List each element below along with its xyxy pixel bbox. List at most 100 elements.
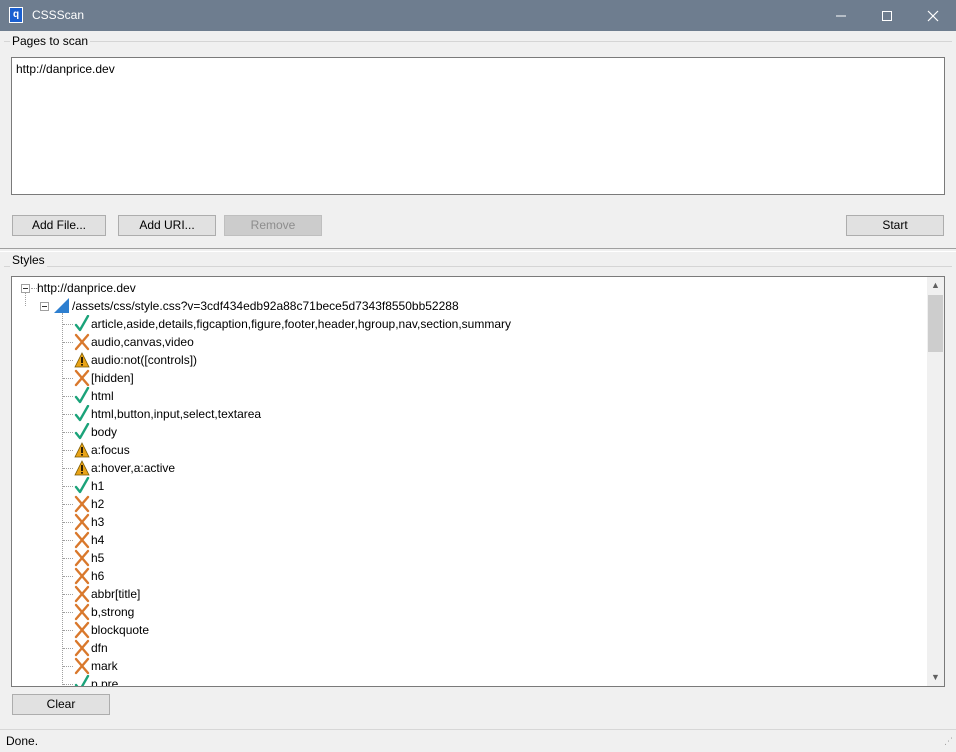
styles-group <box>4 266 952 267</box>
tree-stylesheet-label[interactable]: /assets/css/style.css?v=3cdf434edb92a88c… <box>72 297 459 315</box>
scroll-thumb[interactable] <box>928 295 943 352</box>
check-icon <box>74 404 90 423</box>
cross-icon <box>74 333 90 351</box>
check-icon <box>74 386 90 405</box>
cross-icon <box>74 531 90 549</box>
close-icon[interactable] <box>910 0 956 31</box>
rule-selector[interactable]: audio:not([controls]) <box>91 351 197 369</box>
cross-icon <box>74 585 90 603</box>
tree-connector <box>63 522 73 523</box>
remove-label: Remove <box>250 218 296 232</box>
rule-selector[interactable]: article,aside,details,figcaption,figure,… <box>91 315 511 333</box>
tree-connector <box>63 558 73 559</box>
rule-selector[interactable]: a:focus <box>91 441 130 459</box>
styles-tree[interactable]: http://danprice.dev /assets/css/style.cs… <box>11 276 945 687</box>
rule-selector[interactable]: h1 <box>91 477 104 495</box>
cross-icon <box>74 657 90 675</box>
tree-connector <box>63 324 73 325</box>
tree-connector <box>63 576 73 577</box>
rule-selector[interactable]: a:hover,a:active <box>91 459 175 477</box>
status-text: Done. <box>6 734 39 748</box>
cross-icon <box>74 495 90 513</box>
cross-icon <box>74 639 90 657</box>
check-icon <box>74 422 90 441</box>
rule-selector[interactable]: mark <box>91 657 118 675</box>
add-uri-label: Add URI... <box>139 218 195 232</box>
cross-icon <box>74 369 90 387</box>
remove-button[interactable]: Remove <box>224 215 322 236</box>
collapse-stylesheet-icon[interactable] <box>40 302 49 311</box>
maximize-icon[interactable] <box>864 0 910 31</box>
rule-selector[interactable]: blockquote <box>91 621 149 639</box>
rule-selector[interactable]: dfn <box>91 639 108 657</box>
rule-selector[interactable]: b,strong <box>91 603 134 621</box>
warning-icon <box>74 441 90 459</box>
tree-connector <box>63 504 73 505</box>
rule-selector[interactable]: h5 <box>91 549 104 567</box>
pages-list[interactable]: http://danprice.dev <box>11 57 945 195</box>
start-label: Start <box>882 218 908 232</box>
tree-connector <box>63 414 73 415</box>
rule-selector[interactable]: h2 <box>91 495 104 513</box>
tree-connector <box>63 378 73 379</box>
cross-icon <box>74 567 90 585</box>
window-title: CSSScan <box>32 8 85 22</box>
tree-connector <box>63 360 73 361</box>
app-logo-icon: q <box>9 7 23 23</box>
tree-connector <box>63 684 73 685</box>
rule-selector[interactable]: h6 <box>91 567 104 585</box>
tree-connector <box>63 666 73 667</box>
rule-selector[interactable]: p,pre <box>91 675 118 686</box>
cross-icon <box>74 549 90 567</box>
stylesheet-icon <box>54 298 69 313</box>
rule-selector[interactable]: h3 <box>91 513 104 531</box>
rule-selector[interactable]: abbr[title] <box>91 585 140 603</box>
check-icon <box>74 674 90 686</box>
styles-group-label: Styles <box>10 253 47 267</box>
add-file-button[interactable]: Add File... <box>12 215 106 236</box>
warning-icon <box>74 351 90 369</box>
cross-icon <box>74 513 90 531</box>
tree-connector <box>63 540 73 541</box>
tree-connector <box>63 594 73 595</box>
check-icon <box>74 314 90 333</box>
minimize-icon[interactable] <box>818 0 864 31</box>
tree-connector <box>63 648 73 649</box>
cross-icon <box>74 621 90 639</box>
cross-icon <box>74 603 90 621</box>
warning-icon <box>74 459 90 477</box>
clear-button[interactable]: Clear <box>12 694 110 715</box>
scroll-down-icon[interactable]: ▼ <box>927 669 944 686</box>
status-bar: Done. ⋰ <box>0 729 956 752</box>
resize-grip-icon[interactable]: ⋰ <box>943 737 953 749</box>
page-url-item[interactable]: http://danprice.dev <box>16 62 115 76</box>
rule-selector[interactable]: html <box>91 387 114 405</box>
pages-group-label: Pages to scan <box>10 34 91 48</box>
tree-connector <box>63 486 73 487</box>
clear-label: Clear <box>46 697 76 711</box>
tree-connector <box>63 342 73 343</box>
splitter[interactable] <box>0 248 956 252</box>
tree-connector <box>63 468 73 469</box>
rule-selector[interactable]: html,button,input,select,textarea <box>91 405 261 423</box>
check-icon <box>74 476 90 495</box>
tree-connector <box>25 293 26 306</box>
scroll-up-icon[interactable]: ▲ <box>927 277 944 294</box>
collapse-root-icon[interactable] <box>21 284 30 293</box>
pages-group <box>4 41 952 42</box>
add-uri-button[interactable]: Add URI... <box>118 215 216 236</box>
rule-selector[interactable]: [hidden] <box>91 369 134 387</box>
tree-connector <box>63 630 73 631</box>
start-button[interactable]: Start <box>846 215 944 236</box>
tree-connector <box>63 396 73 397</box>
add-file-label: Add File... <box>31 218 87 232</box>
tree-connector <box>63 432 73 433</box>
rule-selector[interactable]: h4 <box>91 531 104 549</box>
rule-selector[interactable]: audio,canvas,video <box>91 333 194 351</box>
title-bar: q CSSScan <box>0 0 956 31</box>
tree-connector <box>63 450 73 451</box>
vertical-scrollbar[interactable]: ▲ ▼ <box>927 277 944 686</box>
rule-selector[interactable]: body <box>91 423 117 441</box>
tree-root-label[interactable]: http://danprice.dev <box>37 279 136 297</box>
tree-connector <box>63 612 73 613</box>
